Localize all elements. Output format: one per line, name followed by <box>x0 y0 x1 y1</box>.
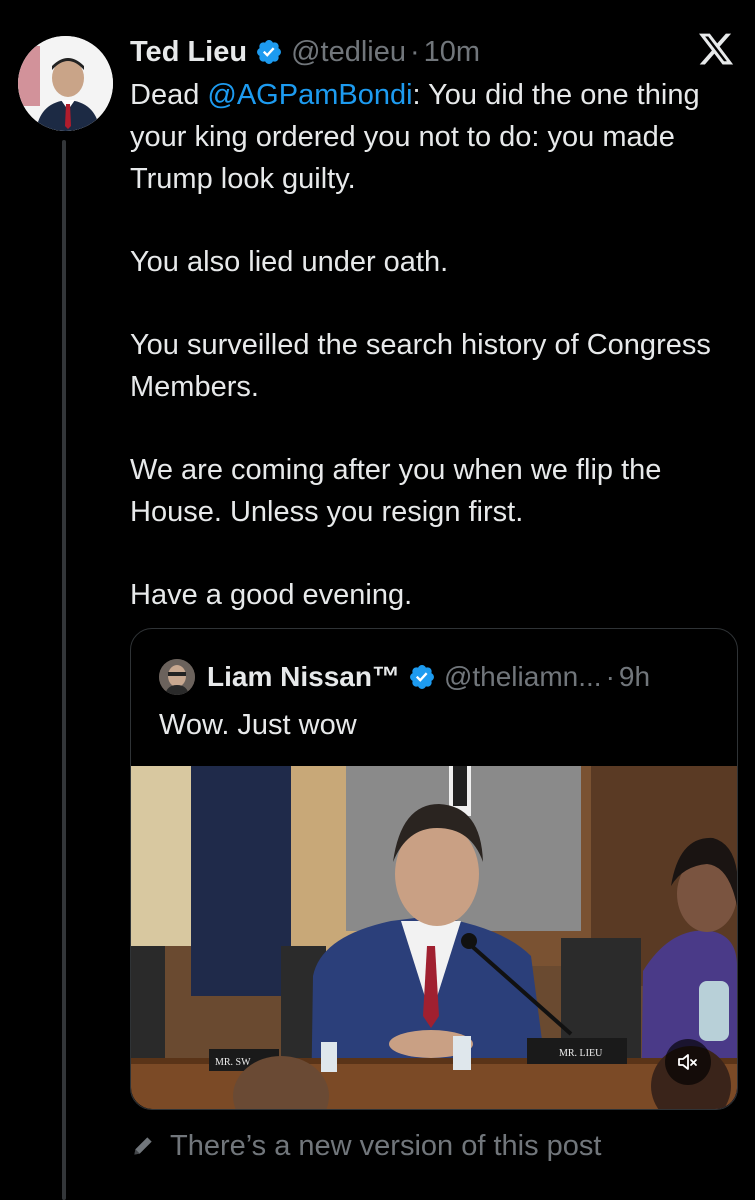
tweet-paragraph-3: You surveilled the search history of Con… <box>130 329 711 403</box>
speaker-muted-icon <box>678 1054 697 1070</box>
nameplate-left: MR. SW <box>215 1057 251 1068</box>
quote-text: Wow. Just wow <box>159 709 357 741</box>
quote-video[interactable]: MR. SW MR. LIEU <box>131 766 737 1109</box>
verified-badge-icon <box>257 40 282 64</box>
verified-badge-icon <box>409 665 434 689</box>
timestamp[interactable]: 10m <box>424 36 480 69</box>
author-handle[interactable]: @tedlieu <box>291 36 406 69</box>
tweet-paragraph-1: Dead @AGPamBondi: You did the one thing … <box>130 74 740 200</box>
quote-author-avatar[interactable] <box>159 659 195 695</box>
quote-header: Liam Nissan™ @theliamn... · 9h <box>159 659 721 695</box>
author-name[interactable]: Ted Lieu <box>130 36 247 69</box>
tweet-text-prefix: Dead <box>130 79 208 111</box>
mute-button[interactable] <box>665 1039 711 1085</box>
tweet-paragraph-2: You also lied under oath. <box>130 246 449 278</box>
new-version-notice[interactable]: There’s a new version of this post <box>130 1122 601 1170</box>
nameplate-center: MR. LIEU <box>559 1048 603 1059</box>
tweet-paragraph-4: We are coming after you when we flip the… <box>130 454 662 528</box>
quote-author-handle[interactable]: @theliamn... <box>444 661 602 693</box>
new-version-text[interactable]: There’s a new version of this post <box>170 1130 601 1163</box>
mention-link[interactable]: @AGPamBondi <box>207 79 412 111</box>
author-avatar-image <box>18 36 113 131</box>
pencil-icon <box>134 1137 152 1155</box>
tweet-paragraph-5: Have a good evening. <box>130 579 413 611</box>
tweet-text: Dead @AGPamBondi: You did the one thing … <box>130 74 740 616</box>
video-frame: MR. SW MR. LIEU <box>131 766 737 1109</box>
author-avatar[interactable] <box>18 36 113 131</box>
thread-line <box>62 140 66 1200</box>
quote-avatar-image <box>159 659 195 695</box>
quote-separator-dot: · <box>605 661 615 692</box>
quote-author-name[interactable]: Liam Nissan™ <box>207 661 400 693</box>
tweet-header: Ted Lieu @tedlieu · 10m <box>130 30 735 74</box>
x-logo-icon[interactable] <box>697 30 735 68</box>
quote-timestamp[interactable]: 9h <box>619 661 650 693</box>
separator-dot: · <box>409 35 420 68</box>
quoted-tweet[interactable]: Liam Nissan™ @theliamn... · 9h Wow. Just… <box>130 628 738 1110</box>
